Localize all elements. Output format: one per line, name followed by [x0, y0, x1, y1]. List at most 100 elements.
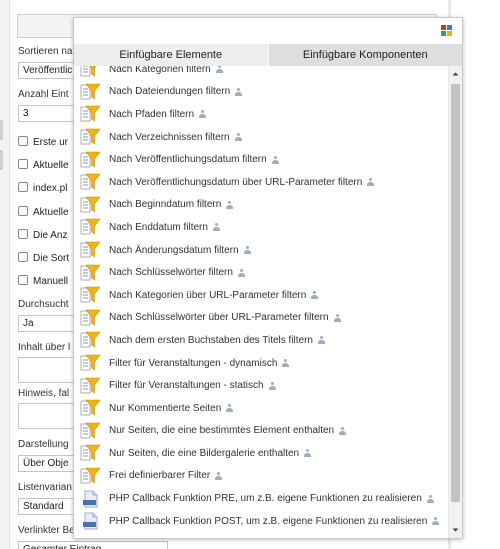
list-item-label: Nur Kommentierte Seiten [109, 402, 222, 414]
checkbox-label: Aktuelle [33, 207, 69, 218]
list-item[interactable]: Nach Schlüsselwörter über URL-Parameter … [74, 307, 448, 330]
checkbox-option[interactable]: index.pl [18, 182, 67, 194]
hint-label: Hinweis, fal [18, 388, 70, 399]
list-item-label: Nach Beginndatum filtern [109, 199, 222, 211]
scrollbar[interactable] [448, 66, 462, 538]
search-label: Durchsucht [18, 299, 69, 310]
user-icon [199, 110, 207, 119]
user-icon [212, 223, 220, 232]
tab-insertable-elements[interactable]: Einfügbare Elemente [74, 44, 269, 66]
list-item[interactable]: Nur Kommentierte Seiten [74, 397, 448, 420]
filter-icon [80, 83, 101, 101]
checkbox[interactable] [18, 136, 28, 146]
filter-icon [80, 151, 101, 169]
list-item-label: PHP Callback Funktion PRE, um z.B. eigen… [109, 493, 422, 505]
checkbox-label: Manuell [33, 276, 69, 287]
left-edge-marker [0, 150, 3, 170]
list-item-label: Nach Verzeichnissen filtern [109, 131, 230, 143]
user-icon [234, 133, 242, 142]
list-item[interactable]: Nach Beginndatum filtern [74, 194, 448, 217]
checkbox[interactable] [18, 275, 28, 285]
content-label: Inhalt über l [18, 342, 71, 353]
checkbox[interactable] [18, 182, 28, 192]
user-icon [235, 87, 243, 96]
list-item[interactable]: Nach Schlüsselwörter filtern [74, 261, 448, 284]
checkbox-option[interactable]: Aktuelle [18, 206, 69, 218]
filter-icon [80, 354, 101, 372]
checkbox[interactable] [18, 252, 28, 262]
list-item[interactable]: PHP Callback Funktion POST, um z.B. eige… [74, 510, 448, 533]
list-item[interactable]: Nach Veröffentlichungsdatum filtern [74, 148, 448, 171]
list-item[interactable]: Nach Verzeichnissen filtern [74, 126, 448, 149]
list-item-label: Nach Kategorien über URL-Parameter filte… [109, 289, 307, 301]
checkbox-label: Aktuelle [33, 160, 69, 171]
user-icon [215, 66, 223, 74]
user-icon [311, 291, 319, 300]
list-item-label: Nach Änderungsdatum filtern [109, 244, 239, 256]
scroll-down-arrow-icon[interactable] [449, 522, 462, 538]
list-item[interactable]: Nach Kategorien über URL-Parameter filte… [74, 284, 448, 307]
left-edge-strip [0, 0, 10, 549]
filter-icon [80, 309, 101, 327]
user-icon [237, 268, 245, 277]
user-icon [215, 471, 223, 480]
list-item[interactable]: Nach Veröffentlichungsdatum über URL-Par… [74, 171, 448, 194]
list-item[interactable]: Nach Enddatum filtern [74, 216, 448, 239]
user-icon [426, 494, 434, 503]
checkbox-option[interactable]: Erste ur [18, 136, 68, 148]
popup-tabs: Einfügbare Elemente Einfügbare Komponent… [74, 44, 462, 66]
list-item-label: Nur Seiten, die eine bestimmtes Element … [109, 425, 335, 437]
user-icon [282, 359, 290, 368]
popup-header [74, 18, 462, 44]
filter-icon [80, 218, 101, 236]
user-icon [432, 517, 440, 526]
checkbox-label: Die Sort [33, 253, 70, 264]
list-item[interactable]: Filter für Veranstaltungen - statisch [74, 374, 448, 397]
user-icon [367, 178, 375, 187]
colored-grid-icon[interactable] [441, 25, 452, 36]
scrollbar-thumb[interactable] [451, 84, 460, 502]
list-item[interactable]: Nur Seiten, die eine bestimmtes Element … [74, 420, 448, 443]
filter-icon [80, 444, 101, 462]
list-item[interactable]: Filter für Veranstaltungen - dynamisch [74, 352, 448, 375]
checkbox-option[interactable]: Manuell [18, 275, 68, 287]
checkbox-option[interactable]: Aktuelle [18, 159, 69, 171]
user-icon [226, 200, 234, 209]
list-item-label: Nach Kategorien filtern [109, 66, 211, 75]
filter-icon [80, 331, 101, 349]
checkbox-option[interactable]: Die Sort [18, 252, 69, 264]
left-edge-marker [0, 120, 3, 140]
list-item-label: Frei definierbarer Filter [109, 470, 211, 482]
list-item[interactable]: Frei definierbarer Filter [74, 465, 448, 488]
list-item-label: Nach Dateiendungen filtern [109, 86, 231, 98]
list-item[interactable]: Nach Pfaden filtern [74, 103, 448, 126]
list-item-label: Nach Schlüsselwörter filtern [109, 267, 233, 279]
list-item[interactable]: Nur Seiten, die eine Bildergalerie entha… [74, 442, 448, 465]
list-item[interactable]: Nach Dateiendungen filtern [74, 81, 448, 104]
checkbox[interactable] [18, 159, 28, 169]
user-icon [333, 313, 341, 322]
checkbox[interactable] [18, 229, 28, 239]
variant-label: Listenvarian [18, 482, 72, 493]
list-item-label: Nur Seiten, die eine Bildergalerie entha… [109, 447, 300, 459]
linked-area-select[interactable]: Gesamter Eintrag [18, 541, 168, 549]
list-item[interactable]: Nach Kategorien filtern [74, 66, 448, 81]
filter-icon [80, 66, 101, 78]
filter-icon [80, 264, 101, 282]
count-label: Anzahl Eint [18, 89, 69, 100]
tab-insertable-components[interactable]: Einfügbare Komponenten [268, 44, 462, 66]
checkbox-option[interactable]: Die Anz [18, 229, 67, 241]
filter-icon [80, 128, 101, 146]
user-icon [268, 381, 276, 390]
user-icon [304, 449, 312, 458]
filter-icon [80, 399, 101, 417]
checkbox[interactable] [18, 206, 28, 216]
list-item-label: Nach Schlüsselwörter über URL-Parameter … [109, 312, 329, 324]
list-item[interactable]: Nach Änderungsdatum filtern [74, 239, 448, 262]
list-item[interactable]: PHP Callback Funktion PRE, um z.B. eigen… [74, 487, 448, 510]
insert-elements-popup: Einfügbare Elemente Einfügbare Komponent… [73, 17, 463, 539]
filter-icon [80, 241, 101, 259]
list-item[interactable]: Nach dem ersten Buchstaben des Titels fi… [74, 329, 448, 352]
list-item-label: Nach Veröffentlichungsdatum über URL-Par… [109, 176, 363, 188]
scroll-up-arrow-icon[interactable] [449, 66, 462, 82]
